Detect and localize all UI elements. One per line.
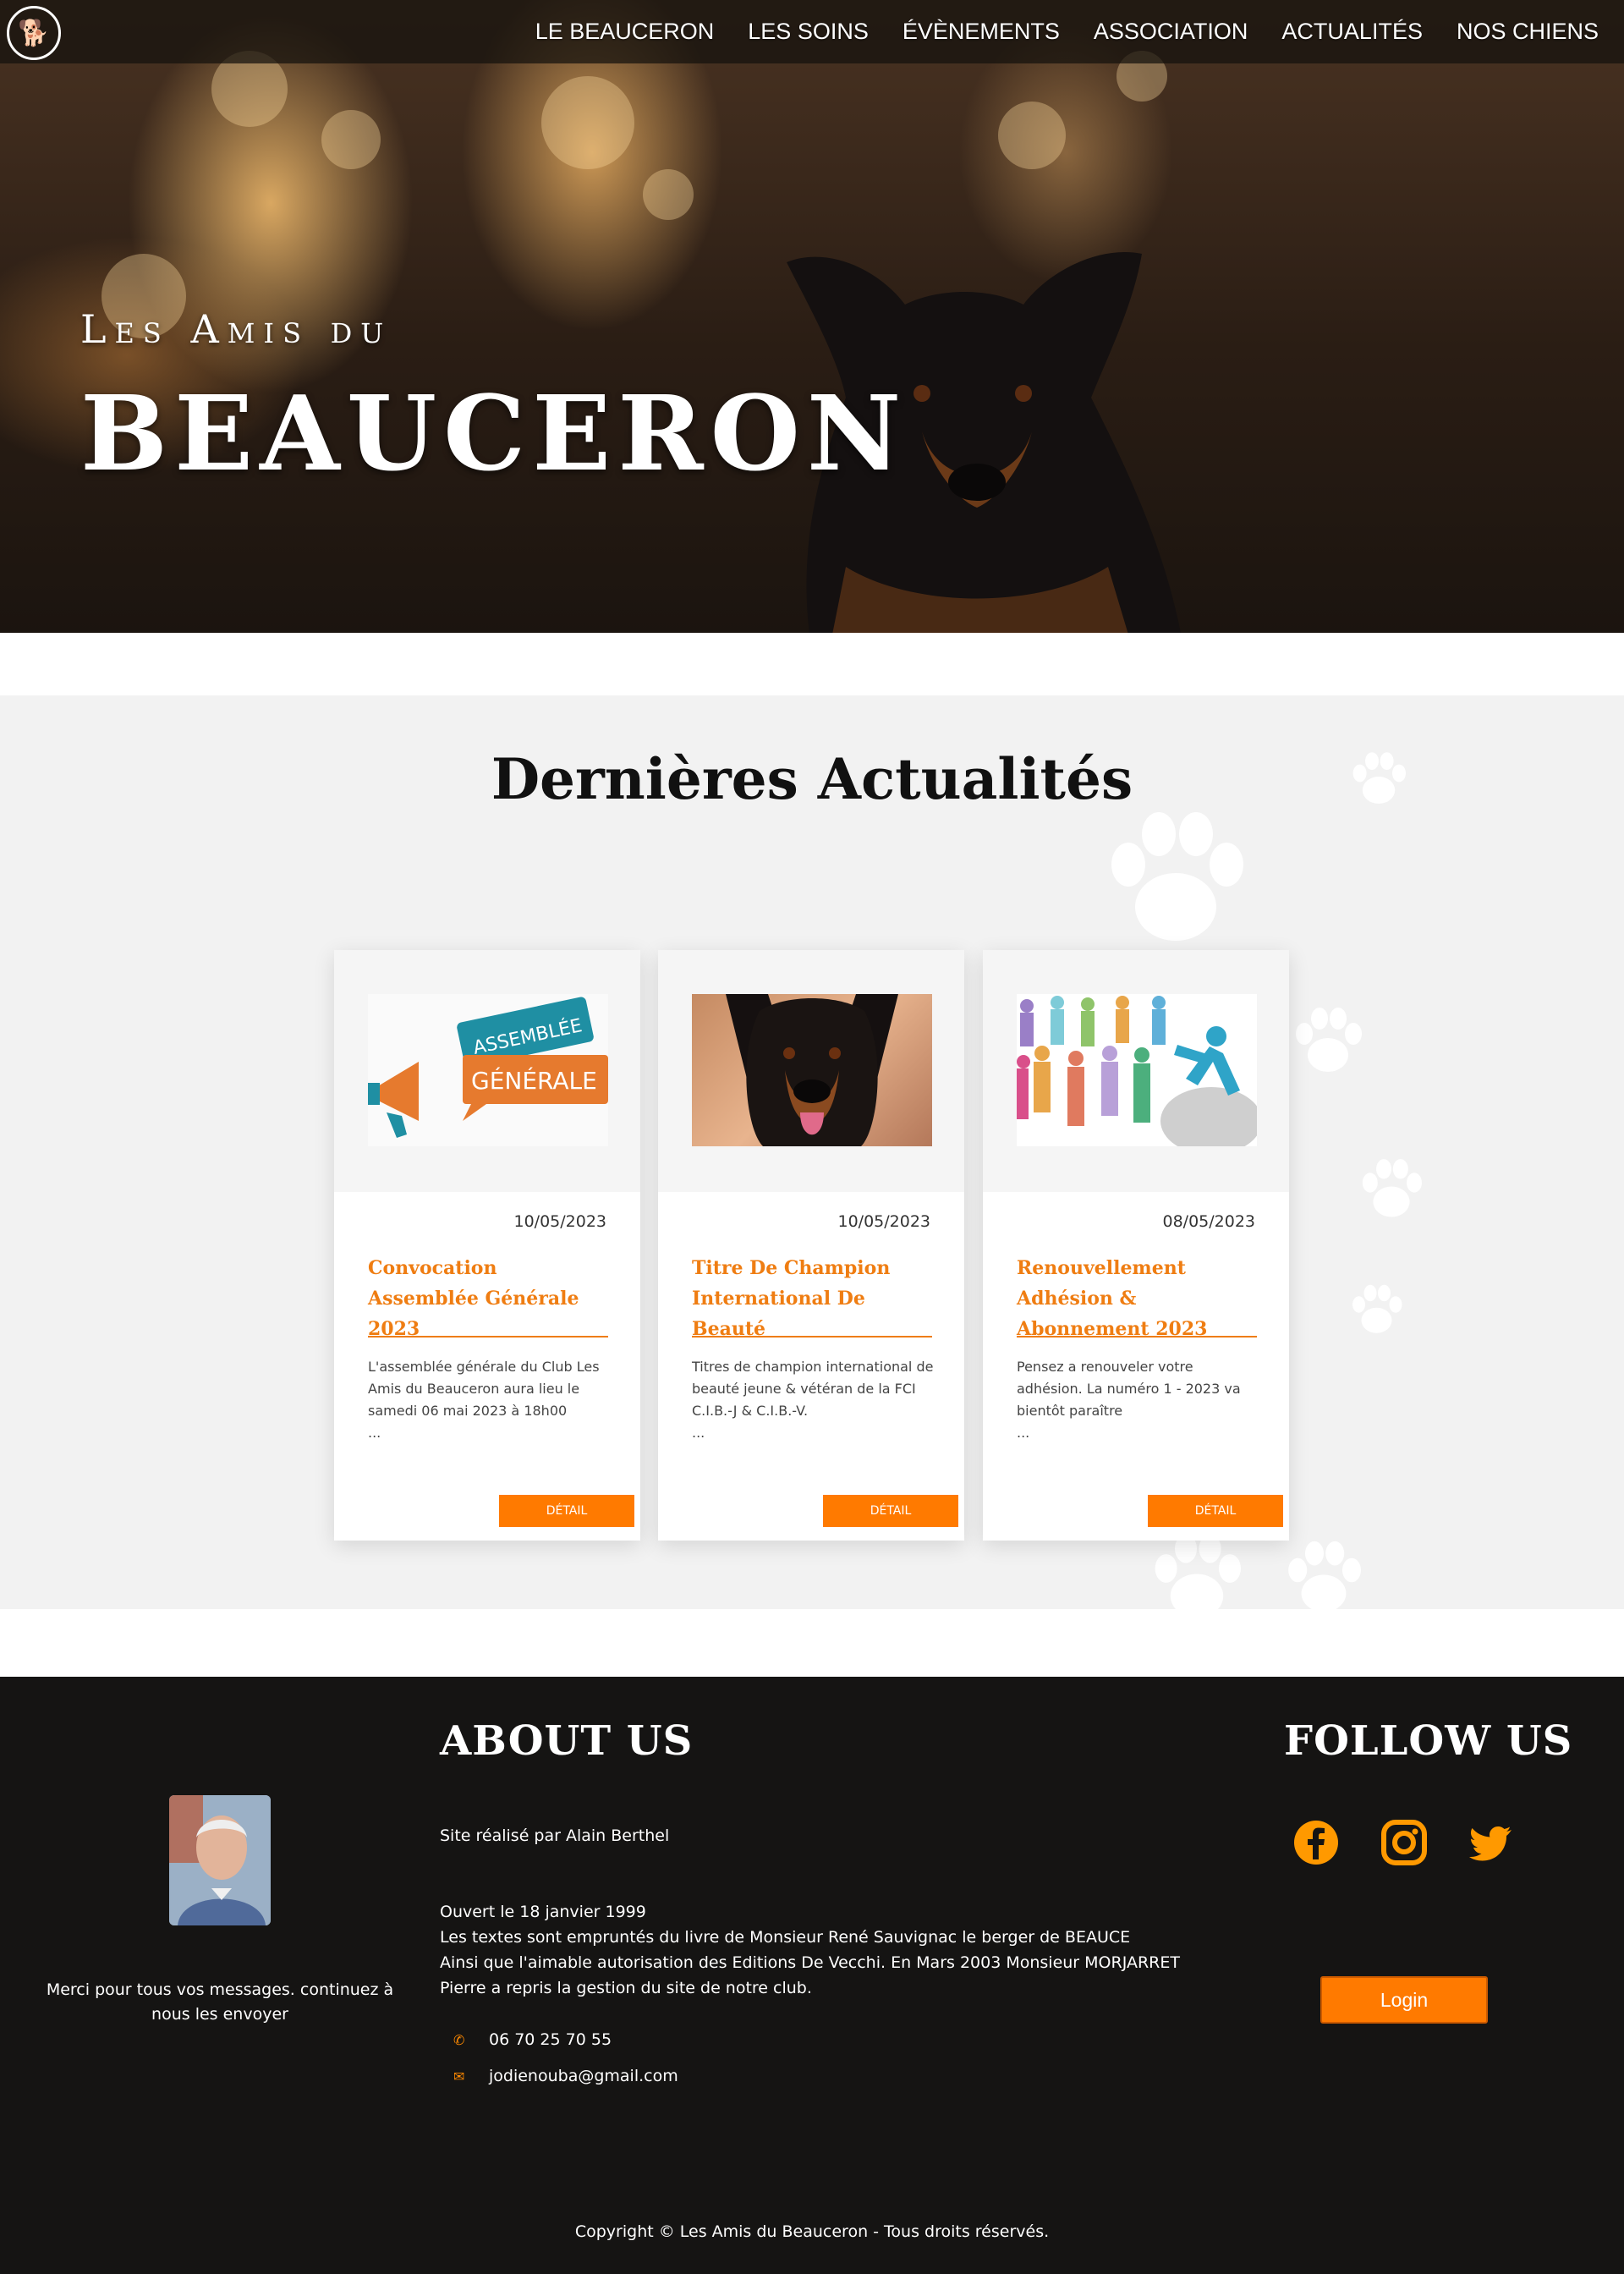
bokeh-light — [321, 110, 381, 169]
twitter-icon[interactable] — [1468, 1819, 1515, 1866]
detail-button[interactable]: DÉTAIL — [823, 1495, 958, 1527]
hero-title: BEAUCERON — [80, 372, 908, 494]
nav-actualites[interactable]: ACTUALITÉS — [1281, 19, 1423, 45]
detail-button[interactable]: DÉTAIL — [499, 1495, 634, 1527]
nav-nos-chiens[interactable]: NOS CHIENS — [1457, 19, 1599, 45]
thanks-message: Merci pour tous vos messages. continuez … — [46, 1980, 394, 2024]
card-title[interactable]: Convocation Assemblée Générale 2023 — [368, 1253, 613, 1344]
card-title[interactable]: Titre De Champion International De Beaut… — [692, 1253, 937, 1344]
paw-print-icon — [1111, 812, 1243, 941]
about-us-heading: ABOUT US — [440, 1717, 694, 1765]
people-crowd-illustration — [1017, 996, 1257, 1146]
card-image-assembly[interactable]: ASSEMBLÉE GÉNÉRALE — [368, 994, 608, 1146]
phone-contact[interactable]: ✆ 06 70 25 70 55 — [453, 2030, 612, 2049]
phone-icon: ✆ — [453, 2031, 465, 2048]
hero-subtitle: Les Amis du — [80, 306, 392, 352]
email-address: jodienouba@gmail.com — [489, 2067, 678, 2085]
instagram-icon[interactable] — [1380, 1819, 1428, 1866]
nav-association[interactable]: ASSOCIATION — [1094, 19, 1248, 45]
card-divider — [1017, 1336, 1257, 1337]
general-image-text: GÉNÉRALE — [471, 1066, 597, 1095]
card-image-area: ASSEMBLÉE GÉNÉRALE — [334, 950, 640, 1192]
phone-number: 06 70 25 70 55 — [489, 2030, 612, 2049]
card-image-area — [983, 950, 1289, 1192]
facebook-icon[interactable] — [1292, 1819, 1340, 1866]
card-date: 08/05/2023 — [1162, 1212, 1255, 1231]
site-footer: Merci pour tous vos messages. continuez … — [0, 1677, 1624, 2274]
card-ellipsis: ... — [1017, 1425, 1030, 1441]
follow-us-heading: FOLLOW US — [1284, 1717, 1573, 1765]
megaphone-illustration: ASSEMBLÉE GÉNÉRALE — [368, 997, 608, 1138]
card-excerpt-text: Titres de champion international de beau… — [692, 1359, 934, 1419]
bokeh-light — [643, 169, 694, 220]
detail-button[interactable]: DÉTAIL — [1148, 1495, 1283, 1527]
dog-portrait-illustration — [726, 994, 898, 1146]
card-excerpt: Pensez a renouveler votre adhésion. La n… — [1017, 1356, 1262, 1444]
email-contact[interactable]: ✉ jodienouba@gmail.com — [453, 2067, 678, 2085]
history-line: Les textes sont empruntés du livre de Mo… — [440, 1928, 1131, 1947]
paw-print-icon — [1362, 1159, 1422, 1217]
person-portrait — [169, 1795, 271, 1925]
latest-news-section: Dernières Actualités ASSEMBLÉE GÉNÉRALE … — [0, 695, 1624, 1609]
news-card: 08/05/2023 Renouvellement Adhésion & Abo… — [983, 950, 1289, 1541]
hero-banner: Les Amis du BEAUCERON — [0, 0, 1624, 633]
history-line: Pierre a repris la gestion du site de no… — [440, 1979, 812, 1997]
paw-print-icon — [1288, 1541, 1361, 1609]
card-image-membership[interactable] — [1017, 994, 1257, 1146]
main-menu: LE BEAUCERON LES SOINS ÉVÈNEMENTS ASSOCI… — [502, 0, 1599, 63]
bokeh-light — [998, 102, 1066, 169]
nav-le-beauceron[interactable]: LE BEAUCERON — [535, 19, 715, 45]
card-ellipsis: ... — [368, 1425, 381, 1441]
card-excerpt-text: L'assemblée générale du Club Les Amis du… — [368, 1359, 600, 1419]
envelope-icon: ✉ — [453, 2068, 465, 2084]
card-divider — [692, 1336, 932, 1337]
card-date: 10/05/2023 — [837, 1212, 930, 1231]
card-divider — [368, 1336, 608, 1337]
login-button[interactable]: Login — [1320, 1976, 1488, 2024]
bokeh-light — [541, 76, 634, 169]
card-image-area — [658, 950, 964, 1192]
news-card: ASSEMBLÉE GÉNÉRALE 10/05/2023 Convocatio… — [334, 950, 640, 1541]
card-excerpt-text: Pensez a renouveler votre adhésion. La n… — [1017, 1359, 1241, 1419]
card-date: 10/05/2023 — [513, 1212, 606, 1231]
nav-evenements[interactable]: ÉVÈNEMENTS — [903, 19, 1060, 45]
history-line: Ainsi que l'aimable autorisation des Edi… — [440, 1953, 1180, 1972]
news-card: 10/05/2023 Titre De Champion Internation… — [658, 950, 964, 1541]
history-line: Ouvert le 18 janvier 1999 — [440, 1903, 646, 1921]
top-navigation: 🐕 LE BEAUCERON LES SOINS ÉVÈNEMENTS ASSO… — [0, 0, 1624, 63]
card-excerpt: Titres de champion international de beau… — [692, 1356, 937, 1444]
author-photo — [169, 1795, 271, 1925]
paw-print-icon — [1352, 1284, 1402, 1333]
nav-les-soins[interactable]: LES SOINS — [748, 19, 869, 45]
news-heading: Dernières Actualités — [491, 746, 1133, 812]
copyright-notice: Copyright © Les Amis du Beauceron - Tous… — [574, 2222, 1050, 2241]
site-credit: Site réalisé par Alain Berthel — [440, 1826, 670, 1845]
paw-print-icon — [1296, 1008, 1362, 1072]
club-history: Ouvert le 18 janvier 1999 Les textes son… — [440, 1899, 1180, 2001]
card-excerpt: L'assemblée générale du Club Les Amis du… — [368, 1356, 613, 1444]
card-image-champion-dog[interactable] — [692, 994, 932, 1146]
card-ellipsis: ... — [692, 1425, 705, 1441]
card-title[interactable]: Renouvellement Adhésion & Abonnement 202… — [1017, 1253, 1262, 1344]
club-logo[interactable]: 🐕 — [7, 6, 61, 60]
